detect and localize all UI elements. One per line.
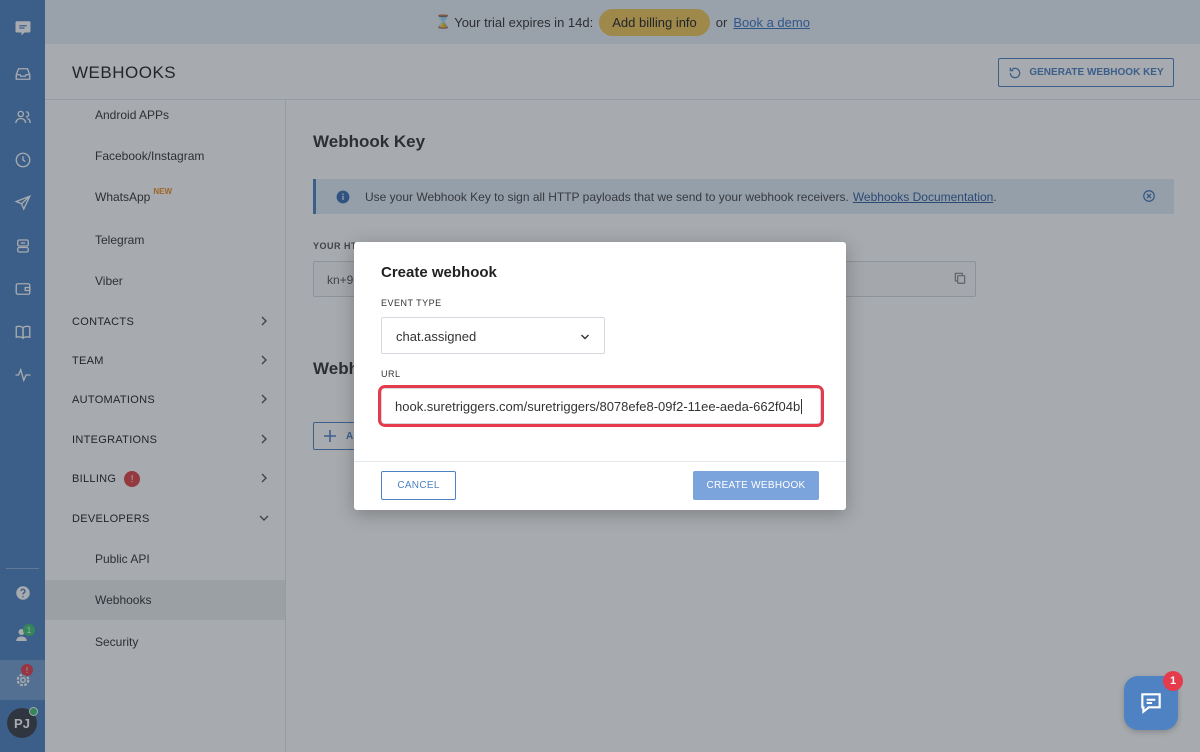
chat-unread-badge: 1 — [1163, 671, 1183, 691]
url-highlight-annotation — [378, 385, 824, 427]
cancel-button[interactable]: CANCEL — [381, 471, 456, 500]
dialog-divider — [354, 461, 846, 462]
create-webhook-dialog: Create webhook EVENT TYPE chat.assigned … — [354, 242, 846, 510]
chevron-down-icon — [581, 334, 589, 340]
create-webhook-button[interactable]: CREATE WEBHOOK — [693, 471, 819, 500]
event-type-select[interactable]: chat.assigned — [381, 317, 605, 354]
dialog-title: Create webhook — [381, 264, 497, 281]
url-label: URL — [381, 369, 401, 379]
event-type-value: chat.assigned — [396, 329, 477, 344]
chat-bubble-icon — [1141, 693, 1161, 714]
event-type-label: EVENT TYPE — [381, 298, 442, 308]
